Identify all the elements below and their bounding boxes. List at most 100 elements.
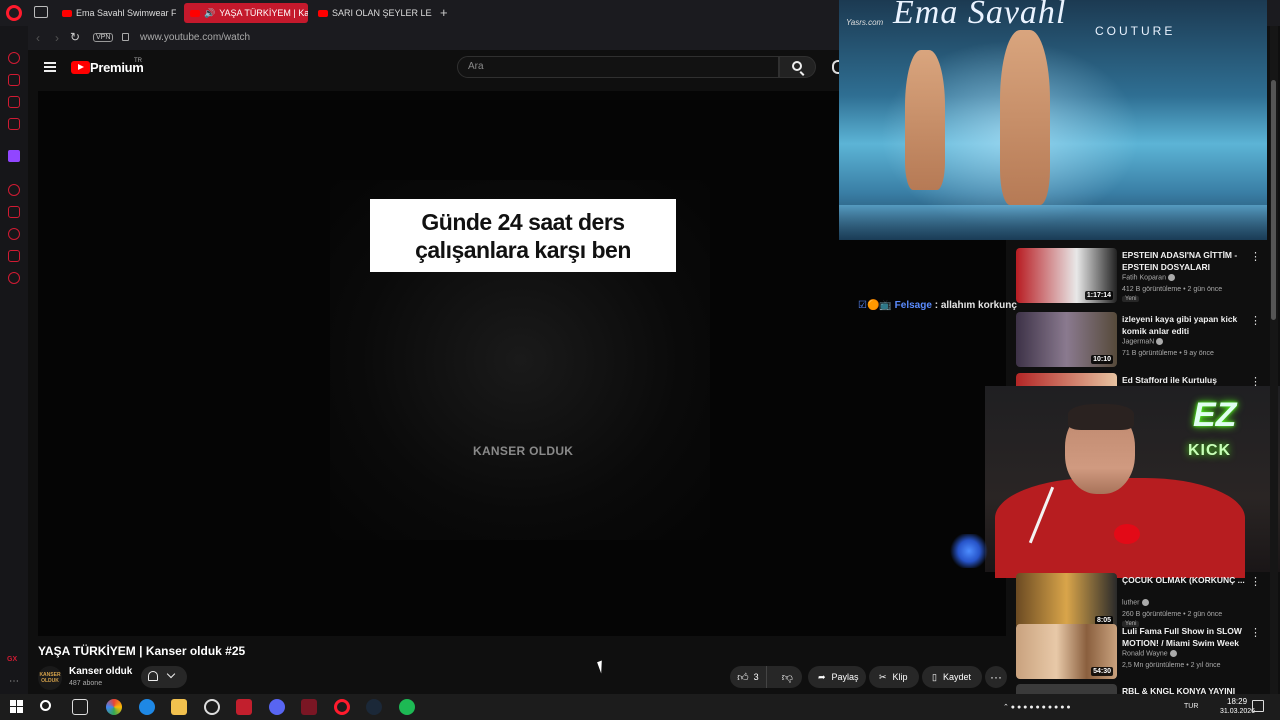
sidebar-messenger-icon[interactable] [8, 96, 20, 108]
language-indicator[interactable]: TUR [1184, 703, 1198, 710]
overlay-brand-subtitle: COUTURE [1095, 24, 1176, 38]
recommendation-channel[interactable]: luther [1122, 599, 1149, 606]
share-label: Paylaş [831, 672, 859, 682]
recommendation-title[interactable]: ÇOCUK OLMAK (KORKUNÇ ... [1122, 574, 1248, 586]
recommendation-channel[interactable]: JagermaN [1122, 338, 1164, 346]
youtube-logo-icon[interactable] [71, 61, 90, 74]
recommendation-title[interactable]: izleyeni kaya gibi yapan kick komik anla… [1122, 313, 1248, 337]
tab-sari-olan[interactable]: SARI OLAN ŞEYLER LEZZE [312, 3, 432, 23]
kebab-menu-icon[interactable]: ⋮ [1250, 250, 1261, 263]
recommendation-thumbnail[interactable]: 8:05 [1016, 573, 1117, 628]
recommendation-thumbnail[interactable] [1016, 373, 1117, 387]
channel-avatar[interactable]: KANSER OLDUK [38, 666, 62, 690]
recommendation-thumbnail[interactable] [1016, 684, 1117, 694]
clip-button[interactable]: ✂ Klip [869, 666, 919, 688]
edge-icon[interactable] [139, 699, 155, 715]
file-explorer-icon[interactable] [171, 699, 187, 715]
windows-start-icon[interactable] [10, 700, 23, 713]
overlay-model-figure [1000, 30, 1050, 205]
taskbar-clock-date[interactable]: 31.03.2026 [1220, 708, 1255, 715]
kebab-menu-icon[interactable]: ⋮ [1250, 575, 1261, 588]
save-button[interactable]: ▯ Kaydet [922, 666, 982, 688]
search-input[interactable] [457, 56, 779, 78]
kebab-menu-icon[interactable]: ⋮ [1250, 626, 1261, 639]
like-button[interactable]: 👍︎ 3 [730, 666, 767, 688]
thumbs-down-icon: 👎︎ [781, 671, 793, 684]
recommendation-item[interactable]: 1:17:14 EPSTEIN ADASI'NA GİTTİM - EPSTEI… [1016, 248, 1266, 304]
channel-label: JagermaN [1122, 338, 1155, 346]
channel-name[interactable]: Kanser olduk [69, 666, 132, 677]
voicemod-icon[interactable] [236, 699, 252, 715]
youtube-favicon-icon [318, 9, 328, 17]
more-actions-button[interactable]: ··· [985, 666, 1007, 688]
thumbs-up-icon: 👍︎ [737, 671, 749, 684]
dislike-button[interactable]: 👎︎ [773, 666, 802, 688]
tab-ema-savahl[interactable]: Ema Savahl Swimwear Fas [56, 3, 176, 23]
taskbar-clock-time[interactable]: 18:29 [1227, 697, 1247, 706]
sidebar-more-icon[interactable]: ⋯ [9, 676, 19, 687]
recommendation-channel[interactable]: Fatih Koparan [1122, 274, 1175, 281]
scrollbar-thumb[interactable] [1271, 80, 1276, 320]
recommendation-title[interactable]: EPSTEIN ADASI'NA GİTTİM - EPSTEIN DOSYAL… [1122, 249, 1248, 273]
opera-gx-logo-icon[interactable] [6, 5, 22, 21]
forward-icon[interactable]: › [55, 31, 59, 45]
recommendation-item[interactable]: 10:10 izleyeni kaya gibi yapan kick komi… [1016, 312, 1266, 368]
sidebar-mail-icon[interactable] [8, 118, 20, 130]
copilot-icon[interactable] [106, 699, 122, 715]
new-tab-button[interactable]: + [440, 5, 448, 20]
opera-icon[interactable] [334, 699, 350, 715]
webcam-hair [1068, 404, 1134, 430]
youtube-favicon-icon [190, 9, 200, 17]
recommendation-channel[interactable]: Ronald Wayne [1122, 650, 1177, 657]
tab-overview-icon[interactable] [34, 6, 48, 18]
clip-label: Klip [892, 672, 908, 682]
recommendation-meta: 71 B görüntüleme • 9 ay önce [1122, 350, 1214, 357]
reload-icon[interactable]: ↻ [70, 30, 80, 44]
clock-app-icon[interactable] [204, 699, 220, 715]
tab-label: SARI OLAN ŞEYLER LEZZE [332, 8, 432, 18]
recommendation-item[interactable]: RBL & KNGL KONYA YAYINI [1016, 684, 1266, 694]
recommendation-item[interactable]: Ed Stafford ile Kurtuluş Öyküleri ⋮ [1016, 373, 1266, 387]
kebab-menu-icon[interactable]: ⋮ [1250, 314, 1261, 327]
discord-icon[interactable] [269, 699, 285, 715]
recommendation-thumbnail[interactable]: 10:10 [1016, 312, 1117, 367]
sidebar-gx-corner-icon[interactable] [8, 74, 20, 86]
taskbar-search-icon[interactable] [40, 700, 51, 711]
back-icon[interactable]: ‹ [36, 31, 40, 45]
recommendation-thumbnail[interactable]: 1:17:14 [1016, 248, 1117, 303]
sidebar-settings-icon[interactable] [8, 272, 20, 284]
menu-icon[interactable] [44, 62, 56, 72]
tab-yasa-turkiyem[interactable]: 🔊 YAŞA TÜRKİYEM | Kan [184, 3, 308, 23]
channel-label: Ronald Wayne [1122, 650, 1168, 658]
lock-icon[interactable] [122, 33, 129, 41]
vpn-badge[interactable]: VPN [93, 33, 114, 42]
opera-gx-taskbar-icon[interactable] [301, 699, 317, 715]
scissors-icon: ✂ [879, 671, 887, 682]
chat-username: Felsage [894, 300, 932, 311]
share-button[interactable]: ➦ Paylaş [808, 666, 866, 688]
recommendation-thumbnail[interactable]: 54:30 [1016, 624, 1117, 679]
sidebar-twitch-icon[interactable] [8, 150, 20, 162]
sidebar-player-icon[interactable] [8, 184, 20, 196]
tray-icons[interactable]: ⌃ ● ● ● ● ● ● ● ● ● ● [1003, 703, 1071, 711]
spotify-icon[interactable] [399, 699, 415, 715]
video-duration: 10:10 [1091, 355, 1113, 364]
task-view-icon[interactable] [72, 699, 88, 715]
recommendation-item[interactable]: 8:05 ÇOCUK OLMAK (KORKUNÇ ... luther 260… [1016, 573, 1266, 629]
sidebar-extensions-icon[interactable] [8, 250, 20, 262]
verified-icon [1169, 650, 1177, 657]
url-field[interactable]: www.youtube.com/watch [140, 32, 250, 43]
verified-icon [1167, 274, 1175, 281]
sidebar-gx-control-icon[interactable] [8, 52, 20, 64]
subscriber-count: 487 abone [69, 680, 103, 687]
steam-icon[interactable] [366, 699, 382, 715]
notification-center-icon[interactable] [1252, 700, 1264, 712]
search-icon [792, 61, 802, 71]
recommendation-title[interactable]: Luli Fama Full Show in SLOW MOTION! / Mi… [1122, 625, 1248, 649]
recommendation-item[interactable]: 54:30 Luli Fama Full Show in SLOW MOTION… [1016, 624, 1266, 680]
bell-icon [148, 671, 158, 681]
sidebar-history-icon[interactable] [8, 228, 20, 240]
recommendation-title[interactable]: RBL & KNGL KONYA YAYINI [1122, 685, 1248, 694]
share-icon: ➦ [818, 671, 826, 682]
sidebar-bookmarks-icon[interactable] [8, 206, 20, 218]
